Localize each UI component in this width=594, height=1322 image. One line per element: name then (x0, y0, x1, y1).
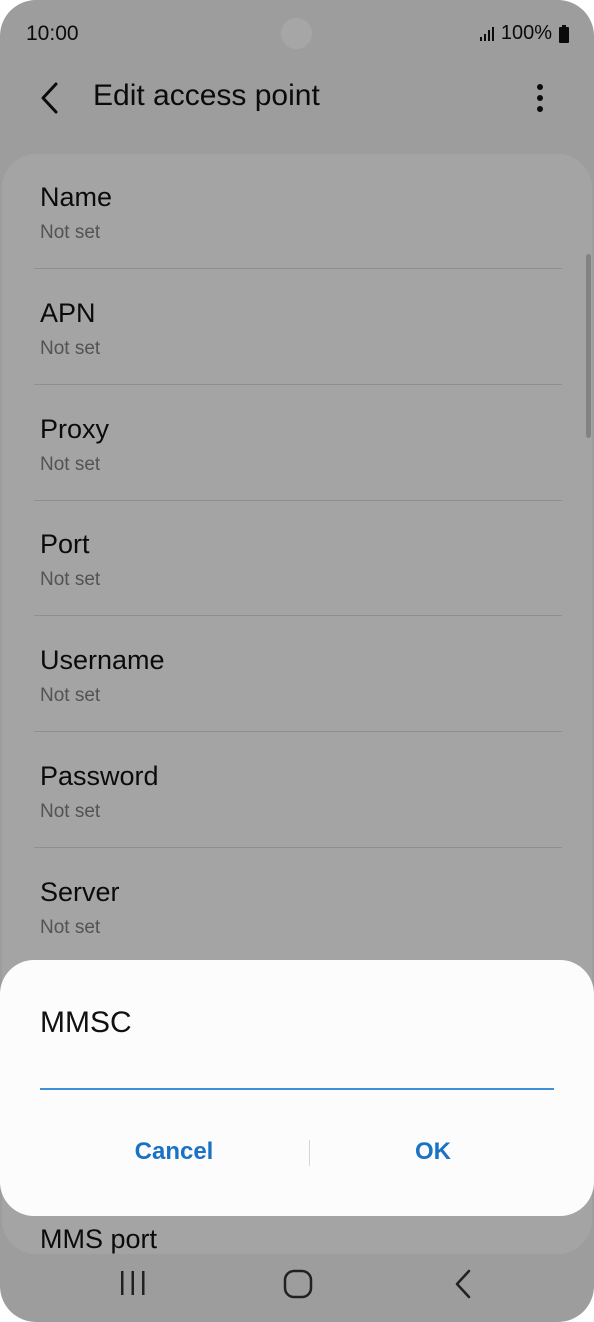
cancel-button[interactable]: Cancel (54, 1128, 294, 1176)
button-separator (309, 1140, 310, 1166)
mmsc-input[interactable] (40, 1060, 554, 1090)
phone-screen: 10:00 100% Edit access point Name Not se… (0, 0, 594, 1322)
dialog-title: MMSC (40, 1006, 132, 1039)
ok-button[interactable]: OK (313, 1128, 553, 1176)
mmsc-dialog: MMSC Cancel OK (0, 960, 594, 1216)
